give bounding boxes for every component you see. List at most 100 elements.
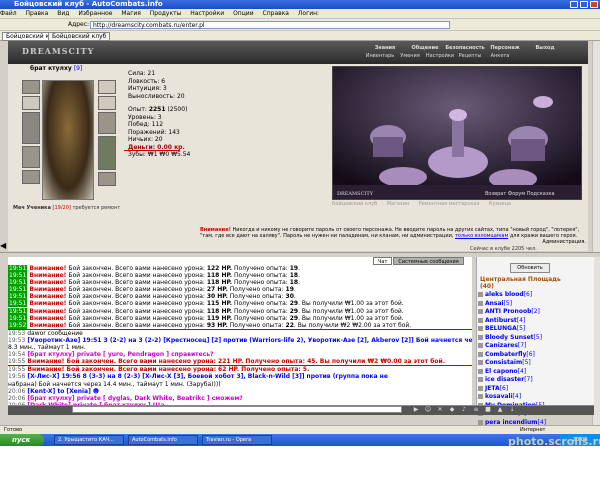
player-list-item[interactable]: El capono[4] [478, 368, 590, 377]
player-name[interactable]: kosavali [485, 393, 513, 400]
nav-character[interactable]: Персонаж [485, 45, 525, 51]
send-icon[interactable]: ▶ [410, 405, 422, 415]
task-item-2[interactable]: AutoCombats.info [128, 435, 198, 445]
list-icon[interactable]: ≡ [470, 405, 482, 415]
map-link-forge[interactable]: Кузница [489, 201, 511, 207]
player-name[interactable]: Ansai [485, 300, 504, 307]
player-name[interactable]: BELUNGA [485, 325, 517, 332]
menu-item-settings[interactable]: Настройки [190, 10, 224, 17]
tab-second[interactable]: Бойцовский клуб [48, 32, 111, 41]
refresh-button[interactable]: Обновить [510, 263, 550, 273]
stat-experience: Опыт: 2251 (2500) [128, 106, 188, 113]
lock-icon[interactable]: ■ [482, 405, 494, 415]
city-link-return[interactable]: Возврат [485, 191, 506, 197]
weapon-slot[interactable] [22, 112, 40, 144]
nav-communication[interactable]: Общение [405, 45, 445, 51]
collapse-arrow-icon[interactable]: ◀ [0, 241, 6, 250]
player-list-item[interactable]: Ansai[5] [478, 300, 590, 309]
player-level: [6] [499, 384, 509, 392]
subnav-inventory[interactable]: Инвентарь [365, 53, 395, 59]
menu-item-products[interactable]: Продукты [150, 10, 182, 17]
clan-icon [478, 419, 483, 425]
tab-system-messages[interactable]: Системные сообщения [393, 257, 464, 265]
player-list-item[interactable]: Combaterfly[6] [478, 351, 590, 360]
player-name[interactable]: Combaterfly [485, 351, 526, 358]
nav-security[interactable]: Безопасность [445, 45, 485, 51]
nav-knowledge[interactable]: Знания [365, 45, 405, 51]
player-list-item[interactable]: Bloody Sunset[5] [478, 334, 590, 343]
chat-line: 19:54 [брат ктулху] private [ yuro, Pend… [8, 351, 214, 359]
player-list-item[interactable]: JETA[6] [478, 385, 590, 394]
url-input[interactable]: http://dreamscity.combats.ru/enter.pl [90, 21, 450, 29]
warning-link[interactable]: только взломщикам [455, 233, 508, 239]
subnav-profile[interactable]: Анкета [485, 53, 515, 59]
player-list-item[interactable]: ice disaster[7] [478, 376, 590, 385]
clear-icon[interactable]: ✕ [434, 405, 446, 415]
belt-slot[interactable] [22, 170, 40, 184]
task-item-3[interactable]: Travian.ru - Opera [202, 435, 272, 445]
chat-line: 20:06 [Kent-X] to [Xenia] ☻ [8, 387, 100, 395]
chat-input[interactable] [72, 406, 402, 413]
money-underline [124, 150, 180, 151]
chat-log: 19:51 Внимание! Бой закончен. Всего вами… [8, 265, 472, 409]
boots-slot[interactable] [98, 172, 116, 186]
character-name-text: брат ктулху [30, 65, 72, 72]
chat-line: 19:53 dawor сообщение [8, 329, 83, 337]
maximize-button[interactable] [580, 1, 588, 8]
player-name[interactable]: ANTI Pronoob [485, 308, 531, 315]
player-list-item[interactable]: Antiburst[4] [478, 317, 590, 326]
menu-item-login[interactable]: Логин: [298, 10, 319, 17]
menu-item-favorites[interactable]: Избранное [78, 10, 112, 17]
subnav-settings[interactable]: Настройки [425, 53, 455, 59]
helmet-slot[interactable] [22, 80, 40, 94]
character-name[interactable]: брат ктулху [9] [30, 65, 82, 72]
menu-item-help[interactable]: Справка [263, 10, 289, 17]
subnav-recipes[interactable]: Рецепты [455, 53, 485, 59]
menu-item-file[interactable]: Файл [0, 10, 17, 17]
menu-item-magic[interactable]: Магия [121, 10, 141, 17]
smile-icon[interactable]: ☺ [422, 405, 434, 415]
player-name[interactable]: Antiburst [485, 317, 517, 324]
menu-item-edit[interactable]: Правка [26, 10, 49, 17]
player-name[interactable]: ice disaster [485, 376, 524, 383]
map-link-club[interactable]: Бойцовский клуб [332, 201, 377, 207]
sound-icon[interactable]: ♪ [458, 405, 470, 415]
character-portrait [42, 80, 94, 200]
city-link-hint[interactable]: Подсказка [527, 191, 555, 197]
nav-exit[interactable]: Выход [525, 45, 565, 51]
player-name[interactable]: El capono [485, 368, 518, 375]
player-list-item[interactable]: Consistaim[5] [478, 359, 590, 368]
player-name[interactable]: Bloody Sunset [485, 334, 534, 341]
chat-line: 19:51 Внимание! Бой закончен. Всего вами… [8, 314, 404, 322]
ring-slot[interactable] [98, 96, 116, 110]
player-name[interactable]: JETA [485, 385, 500, 392]
map-link-repair[interactable]: Ремонтная мастерская [419, 201, 480, 207]
subnav-skills[interactable]: Умения [395, 53, 425, 59]
armor-slot[interactable] [22, 146, 40, 168]
legs-slot[interactable] [98, 136, 116, 170]
map-link-shop[interactable]: Магазин [387, 201, 409, 207]
translit-icon[interactable]: ▲ [494, 405, 506, 415]
city-link-forum[interactable]: Форум [508, 191, 525, 197]
menu-item-view[interactable]: Вид [57, 10, 69, 17]
player-name[interactable]: Consistaim [485, 359, 522, 366]
amulet-slot[interactable] [22, 96, 40, 110]
start-button[interactable]: пуск [0, 434, 44, 446]
player-list-item[interactable]: aleks blood[6] [478, 291, 590, 300]
filter-icon[interactable]: ◆ [446, 405, 458, 415]
close-button[interactable] [590, 1, 598, 8]
task-item-1[interactable]: 2. Урыщастито КАЧ... [54, 435, 124, 445]
menu-item-options[interactable]: Опции [233, 10, 254, 17]
player-list-item[interactable]: ANTI Pronoob[2] [478, 308, 590, 317]
player-name[interactable]: Canizares [485, 342, 518, 349]
player-list-item[interactable]: kosavali[4] [478, 393, 590, 402]
player-list-item[interactable]: Canizares[7] [478, 342, 590, 351]
minimize-button[interactable] [570, 1, 578, 8]
earring-slot[interactable] [98, 80, 116, 94]
shield-slot[interactable] [98, 112, 116, 134]
player-name[interactable]: aleks blood [485, 291, 524, 298]
player-list-item[interactable]: BELUNGA[5] [478, 325, 590, 334]
tab-chat[interactable]: Чат [373, 257, 393, 265]
scroll-icon[interactable]: ↓ [506, 405, 518, 415]
city-view[interactable]: DREAMSCITY Возврат Форум Подсказка [332, 66, 582, 200]
